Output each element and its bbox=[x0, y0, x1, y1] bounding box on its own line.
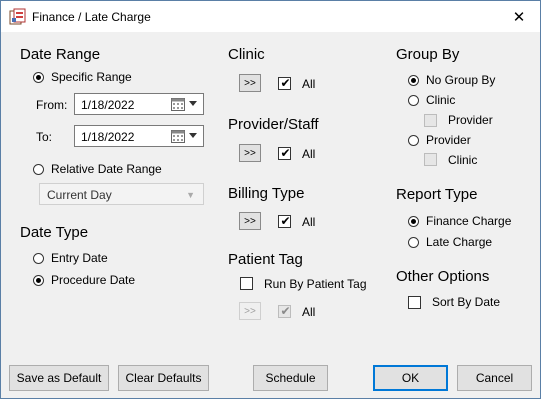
procedure-date-label: Procedure Date bbox=[51, 273, 136, 287]
relative-range-value: Current Day bbox=[47, 188, 112, 202]
provider-clinic-checkbox[interactable] bbox=[424, 153, 437, 166]
other-options-heading: Other Options bbox=[396, 268, 490, 285]
to-label: To: bbox=[36, 130, 53, 144]
group-by-heading: Group By bbox=[396, 46, 460, 63]
clinic-all-label: All bbox=[302, 77, 316, 91]
billing-type-all-label: All bbox=[302, 215, 316, 229]
finance-late-charge-dialog: Finance / Late Charge ✕ Date Range Speci… bbox=[0, 0, 541, 399]
chevron-down-icon[interactable] bbox=[189, 133, 197, 138]
relative-range-radio[interactable] bbox=[33, 164, 44, 175]
finance-charge-label: Finance Charge bbox=[426, 214, 512, 228]
close-icon: ✕ bbox=[512, 8, 526, 26]
relative-range-label: Relative Date Range bbox=[51, 162, 162, 176]
ok-button[interactable]: OK bbox=[373, 365, 448, 391]
calendar-icon[interactable] bbox=[171, 97, 185, 111]
patient-tag-all-label: All bbox=[302, 305, 316, 319]
no-group-by-label: No Group By bbox=[426, 73, 496, 87]
billing-type-select-button[interactable]: >> bbox=[239, 212, 261, 230]
patient-tag-heading: Patient Tag bbox=[228, 251, 303, 268]
finance-charge-radio[interactable] bbox=[408, 216, 419, 227]
group-by-clinic-radio[interactable] bbox=[408, 95, 419, 106]
from-label: From: bbox=[36, 98, 68, 112]
sort-by-date-checkbox[interactable] bbox=[408, 296, 421, 309]
save-as-default-button[interactable]: Save as Default bbox=[9, 365, 109, 391]
clinic-provider-label: Provider bbox=[448, 113, 493, 127]
no-group-by-radio[interactable] bbox=[408, 75, 419, 86]
late-charge-label: Late Charge bbox=[426, 235, 493, 249]
entry-date-label: Entry Date bbox=[51, 251, 108, 265]
schedule-button[interactable]: Schedule bbox=[253, 365, 328, 391]
specific-range-label: Specific Range bbox=[51, 70, 132, 84]
clinic-all-checkbox[interactable]: ✔ bbox=[278, 76, 291, 90]
billing-type-all-checkbox[interactable]: ✔ bbox=[278, 214, 291, 228]
run-by-patient-tag-checkbox[interactable] bbox=[240, 277, 253, 290]
title-bar: Finance / Late Charge ✕ bbox=[1, 1, 540, 32]
check-icon: ✔ bbox=[280, 304, 291, 318]
late-charge-radio[interactable] bbox=[408, 237, 419, 248]
clinic-heading: Clinic bbox=[228, 46, 265, 63]
finance-app-icon bbox=[9, 8, 26, 25]
to-date-value: 1/18/2022 bbox=[81, 130, 135, 144]
check-icon: ✔ bbox=[280, 146, 291, 160]
clinic-provider-checkbox[interactable] bbox=[424, 114, 437, 127]
date-type-heading: Date Type bbox=[20, 224, 89, 241]
chevron-down-icon: ▼ bbox=[186, 190, 195, 200]
provider-staff-heading: Provider/Staff bbox=[228, 116, 319, 133]
patient-tag-all-checkbox[interactable]: ✔ bbox=[278, 304, 291, 318]
entry-date-radio[interactable] bbox=[33, 253, 44, 264]
sort-by-date-label: Sort By Date bbox=[432, 295, 501, 309]
window-title: Finance / Late Charge bbox=[32, 10, 151, 24]
clear-defaults-button[interactable]: Clear Defaults bbox=[118, 365, 209, 391]
clinic-select-button[interactable]: >> bbox=[239, 74, 261, 92]
to-date-picker[interactable]: 1/18/2022 bbox=[74, 125, 204, 147]
date-range-heading: Date Range bbox=[20, 46, 101, 63]
provider-staff-select-button[interactable]: >> bbox=[239, 144, 261, 162]
group-by-provider-label: Provider bbox=[426, 133, 471, 147]
chevron-down-icon[interactable] bbox=[189, 101, 197, 106]
provider-clinic-label: Clinic bbox=[448, 153, 478, 167]
close-button[interactable]: ✕ bbox=[498, 1, 540, 32]
from-date-value: 1/18/2022 bbox=[81, 98, 135, 112]
procedure-date-radio[interactable] bbox=[33, 275, 44, 286]
run-by-patient-tag-label: Run By Patient Tag bbox=[264, 277, 367, 291]
from-date-picker[interactable]: 1/18/2022 bbox=[74, 93, 204, 115]
cancel-button[interactable]: Cancel bbox=[457, 365, 532, 391]
report-type-heading: Report Type bbox=[396, 186, 478, 203]
provider-staff-all-label: All bbox=[302, 147, 316, 161]
check-icon: ✔ bbox=[280, 76, 291, 90]
group-by-clinic-label: Clinic bbox=[426, 93, 456, 107]
specific-range-radio[interactable] bbox=[33, 72, 44, 83]
check-icon: ✔ bbox=[280, 214, 291, 228]
patient-tag-select-button[interactable]: >> bbox=[239, 302, 261, 320]
billing-type-heading: Billing Type bbox=[228, 185, 305, 202]
relative-range-select[interactable]: Current Day ▼ bbox=[39, 183, 204, 205]
provider-staff-all-checkbox[interactable]: ✔ bbox=[278, 146, 291, 160]
calendar-icon[interactable] bbox=[171, 129, 185, 143]
group-by-provider-radio[interactable] bbox=[408, 135, 419, 146]
